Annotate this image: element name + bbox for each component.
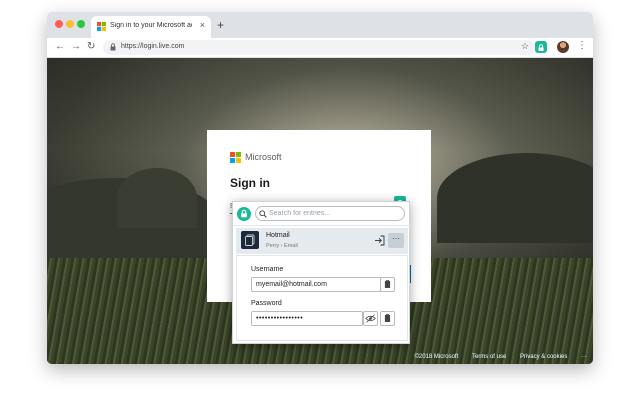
background-mountain (117, 168, 197, 228)
popup-header (233, 202, 411, 226)
entry-icon (241, 231, 259, 249)
footer: ©2018 Microsoft Terms of use Privacy & c… (402, 354, 587, 360)
new-tab-button[interactable]: + (217, 18, 224, 32)
password-manager-logo-icon (237, 207, 251, 221)
lock-icon (110, 43, 116, 51)
more-options-button[interactable]: ··· (388, 233, 404, 248)
search-input[interactable] (255, 206, 405, 221)
forward-button[interactable]: → (71, 41, 81, 52)
entry-title: Hotmail (266, 232, 290, 239)
copy-password-button[interactable] (380, 311, 395, 326)
login-fill-icon[interactable] (374, 235, 385, 246)
list-item[interactable]: Hotmail Perry › Email ··· (236, 228, 408, 254)
username-field[interactable]: myemail@hotmail.com (251, 277, 381, 292)
maximize-window-button[interactable] (77, 20, 85, 28)
password-field[interactable]: •••••••••••••••• (251, 311, 363, 326)
profile-avatar[interactable] (557, 41, 569, 53)
clipboard-icon (384, 314, 391, 322)
reload-button[interactable]: ↻ (87, 41, 95, 52)
url-text: https://login.live.com (121, 43, 185, 50)
password-label: Password (251, 300, 282, 307)
microsoft-logo-icon (230, 152, 241, 163)
page-title: Sign in (230, 176, 270, 190)
back-button[interactable]: ← (55, 41, 65, 52)
copyright-text: ©2018 Microsoft (414, 354, 459, 360)
password-manager-extension-icon[interactable] (535, 41, 547, 53)
browser-toolbar: ← → ↻ https://login.live.com ☆ ⋮ (47, 38, 593, 58)
tab-close-icon[interactable]: × (200, 20, 205, 30)
reveal-password-button[interactable] (363, 311, 378, 326)
privacy-link[interactable]: Privacy & cookies (520, 354, 567, 360)
tab-title: Sign in to your Microsoft account (110, 22, 192, 29)
terms-link[interactable]: Terms of use (472, 354, 506, 360)
eye-slash-icon (365, 314, 376, 323)
microsoft-wordmark: Microsoft (245, 152, 282, 162)
bookmark-star-icon[interactable]: ☆ (521, 41, 529, 52)
tab-signin[interactable]: Sign in to your Microsoft account × (91, 16, 211, 38)
username-label: Username (251, 266, 284, 273)
tab-bar: Sign in to your Microsoft account × + (47, 12, 593, 38)
footer-more-button[interactable]: ··· (581, 354, 587, 360)
microsoft-favicon-icon (97, 22, 106, 31)
minimize-window-button[interactable] (66, 20, 74, 28)
entry-details: Username myemail@hotmail.com Password ••… (236, 255, 408, 341)
copy-username-button[interactable] (380, 277, 395, 292)
password-manager-popup: Hotmail Perry › Email ··· Username myema… (232, 201, 411, 344)
clipboard-icon (384, 280, 391, 288)
close-window-button[interactable] (55, 20, 63, 28)
address-bar[interactable]: https://login.live.com ☆ (103, 40, 535, 55)
browser-menu-icon[interactable]: ⋮ (577, 40, 587, 51)
entry-subtitle: Perry › Email (266, 243, 298, 249)
background-mountain (437, 153, 593, 243)
search-icon (259, 210, 267, 218)
